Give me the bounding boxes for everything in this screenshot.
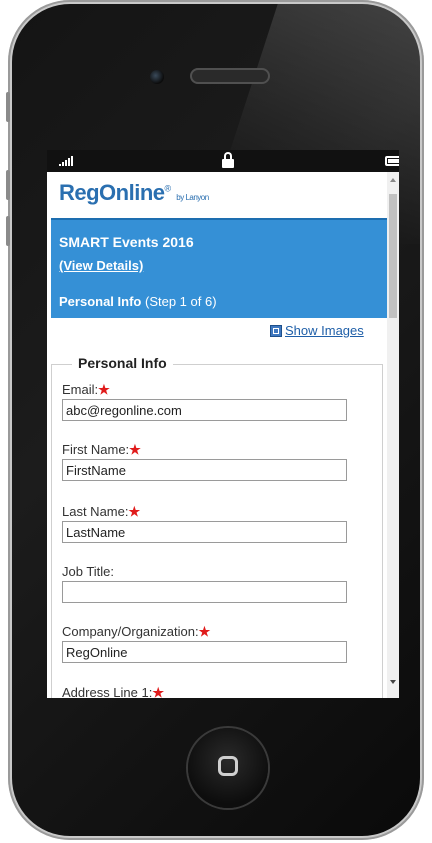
vertical-scrollbar[interactable] — [387, 172, 399, 698]
brand-mark: ® — [164, 183, 172, 194]
front-camera — [150, 70, 164, 84]
volume-up-button — [6, 170, 10, 200]
scroll-thumb[interactable] — [389, 194, 397, 318]
brand-name: RegOnline — [59, 180, 165, 205]
show-images-label: Show Images — [285, 323, 364, 338]
image-icon — [270, 324, 282, 337]
last-name-field[interactable] — [62, 521, 347, 543]
brand-logo: RegOnline® by Lanyon — [59, 180, 209, 206]
required-icon: ★ — [129, 442, 141, 457]
view-details-link[interactable]: (View Details) — [59, 258, 143, 273]
required-icon: ★ — [198, 624, 211, 639]
step-indicator: Personal Info (Step 1 of 6) — [59, 294, 217, 309]
email-field[interactable] — [62, 399, 347, 421]
first-name-label: First Name:★ — [62, 442, 141, 457]
web-content: RegOnline® by Lanyon SMART Events 2016 (… — [47, 172, 387, 698]
event-header: SMART Events 2016 (View Details) Persona… — [51, 218, 387, 318]
required-icon: ★ — [128, 504, 141, 519]
mute-switch — [6, 92, 10, 122]
event-title: SMART Events 2016 — [59, 234, 194, 250]
email-label: Email:★ — [62, 382, 110, 397]
volume-down-button — [6, 216, 10, 246]
required-icon: ★ — [98, 382, 110, 397]
scroll-up-arrow-icon[interactable] — [390, 178, 396, 182]
scroll-down-arrow-icon[interactable] — [390, 680, 396, 684]
phone-screen: RegOnline® by Lanyon SMART Events 2016 (… — [47, 150, 399, 698]
lock-icon — [222, 152, 234, 168]
job-title-field[interactable] — [62, 581, 347, 603]
last-name-label: Last Name:★ — [62, 504, 141, 519]
fieldset-legend: Personal Info — [72, 355, 173, 371]
show-images-link[interactable]: Show Images — [270, 323, 364, 338]
home-square-icon — [218, 756, 238, 776]
step-label: Personal Info — [59, 294, 142, 309]
earpiece-speaker — [190, 68, 270, 84]
battery-icon — [385, 156, 399, 166]
job-title-label: Job Title: — [62, 564, 115, 579]
address-line-1-label: Address Line 1:★ — [62, 685, 164, 698]
step-count: (Step 1 of 6) — [144, 294, 217, 309]
brand-by: by Lanyon — [176, 193, 209, 202]
signal-icon — [59, 156, 73, 166]
first-name-field[interactable] — [62, 459, 347, 481]
status-bar — [47, 150, 399, 172]
required-icon: ★ — [152, 685, 164, 698]
company-field[interactable] — [62, 641, 347, 663]
personal-info-fieldset: Personal Info Email:★ First Name:★ Last … — [51, 355, 383, 698]
company-label: Company/Organization:★ — [62, 624, 211, 639]
